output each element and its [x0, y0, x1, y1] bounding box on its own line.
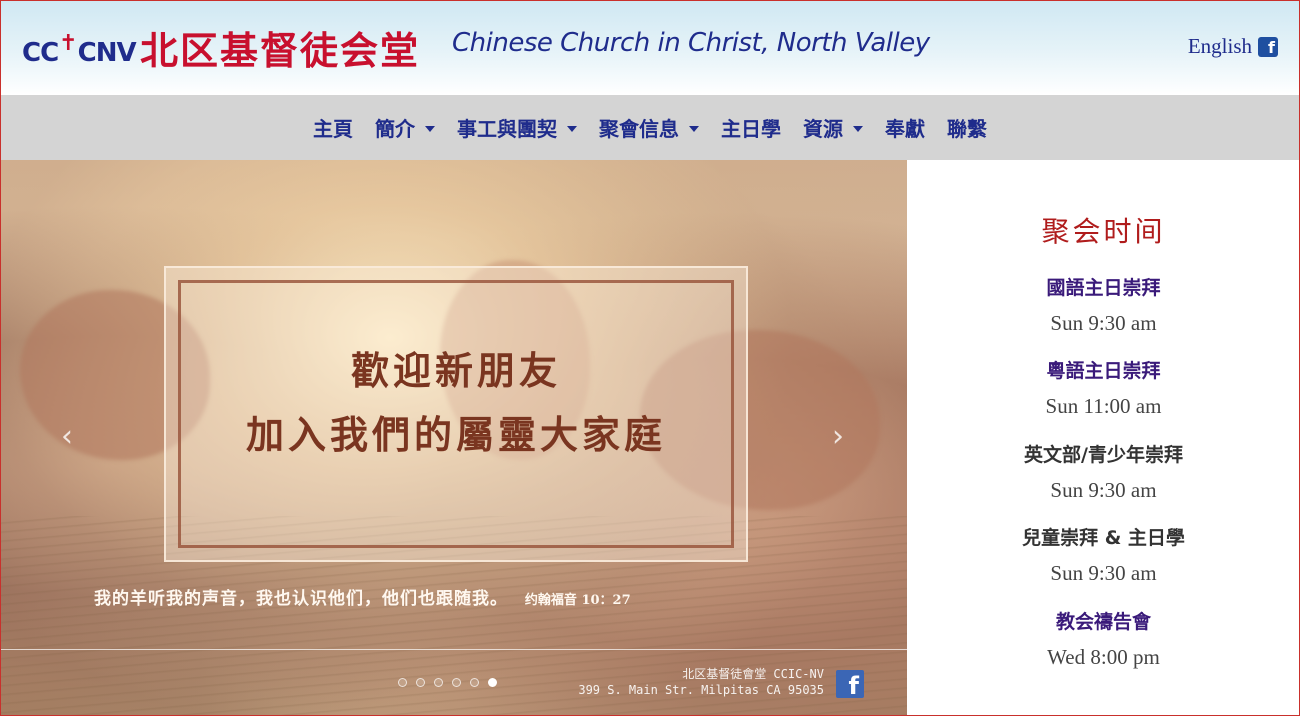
nav-item-label: 資源 [803, 117, 843, 141]
address-line-1: 北区基督徒會堂 CCIC-NV [682, 667, 824, 681]
facebook-icon[interactable]: f [836, 670, 864, 700]
nav-item-label: 主日學 [721, 117, 781, 141]
carousel-indicators [398, 678, 497, 687]
church-logo[interactable]: CC ✝ CNV [22, 28, 137, 68]
service-time: Sun 9:30 am [1050, 311, 1157, 335]
nav-item-label: 事工與團契 [457, 117, 557, 141]
service-time: Sun 9:30 am [1050, 561, 1157, 585]
carousel-divider [0, 649, 907, 650]
carousel-indicator-dot[interactable] [416, 678, 425, 687]
nav-item-sunday-school[interactable]: 主日學 [721, 113, 781, 142]
church-name-chinese[interactable]: 北区基督徒会堂 [140, 20, 420, 75]
caret-down-icon [567, 125, 577, 132]
bible-verse: 我的羊听我的声音，我也认识他们，他们也跟随我。 约翰福音 10：27 [94, 584, 631, 609]
site-header: CC ✝ CNV 北区基督徒会堂 Chinese Church in Chris… [0, 0, 1300, 95]
nav-item-label: 聚會信息 [599, 117, 679, 141]
service-time: Sun 9:30 am [1050, 478, 1157, 502]
nav-item-resources[interactable]: 資源 [803, 113, 863, 142]
carousel-indicator-dot[interactable] [434, 678, 443, 687]
church-name-english[interactable]: Chinese Church in Christ, North Valley [452, 28, 930, 58]
schedule-title: 聚会时间 [1041, 215, 1166, 248]
service-name-children: 兒童崇拜 & 主日學 [1022, 527, 1185, 549]
church-address: 北区基督徒會堂 CCIC-NV 399 S. Main Str. Milpita… [572, 666, 824, 698]
facebook-icon[interactable]: f [1258, 36, 1278, 57]
nav-item-label: 奉獻 [885, 117, 925, 141]
service-time: Wed 8:00 pm [1047, 645, 1160, 669]
nav-item-ministries[interactable]: 事工與團契 [457, 113, 577, 142]
logo-mark-left: CC [22, 38, 59, 68]
nav-item-contact[interactable]: 聯繫 [947, 113, 987, 142]
nav-item-about[interactable]: 簡介 [375, 113, 435, 142]
verse-reference: 约翰福音 10：27 [524, 593, 631, 608]
caret-down-icon [689, 125, 699, 132]
carousel-indicator-dot[interactable] [398, 678, 407, 687]
nav-item-meetings[interactable]: 聚會信息 [599, 113, 699, 142]
service-name-cantonese[interactable]: 粵語主日崇拜 [907, 356, 1300, 383]
welcome-heading: 歡迎新朋友 [350, 348, 561, 393]
carousel-indicator-dot[interactable] [470, 678, 479, 687]
welcome-subheading: 加入我們的屬靈大家庭 [245, 412, 666, 457]
carousel-next-arrow-icon[interactable]: › [828, 422, 848, 452]
service-schedule: 聚会时间 國語主日崇拜 Sun 9:30 am 粵語主日崇拜 Sun 11:00… [907, 160, 1300, 716]
verse-text: 我的羊听我的声音，我也认识他们，他们也跟随我。 [94, 589, 508, 609]
logo-mark-right: CNV [77, 38, 137, 68]
hero-carousel: 歡迎新朋友 加入我們的屬靈大家庭 我的羊听我的声音，我也认识他们，他们也跟随我。… [0, 160, 907, 716]
caret-down-icon [853, 125, 863, 132]
main-nav: 主頁 簡介 事工與團契 聚會信息 主日學 資源 奉獻 聯繫 [0, 95, 1300, 160]
service-time: Sun 11:00 am [1045, 394, 1162, 418]
nav-item-label: 聯繫 [947, 117, 987, 141]
service-name-english-youth: 英文部/青少年崇拜 [1024, 444, 1183, 466]
nav-item-label: 簡介 [375, 117, 415, 141]
language-switcher: English f [1188, 34, 1278, 59]
english-link[interactable]: English [1188, 34, 1252, 59]
welcome-banner: 歡迎新朋友 加入我們的屬靈大家庭 [164, 266, 748, 562]
carousel-indicator-dot[interactable] [452, 678, 461, 687]
nav-item-home[interactable]: 主頁 [313, 113, 353, 142]
service-name-prayer-meeting[interactable]: 教会禱告會 [907, 607, 1300, 634]
carousel-prev-arrow-icon[interactable]: ‹ [57, 422, 77, 452]
carousel-indicator-dot[interactable] [488, 678, 497, 687]
service-name-mandarin[interactable]: 國語主日崇拜 [907, 273, 1300, 300]
caret-down-icon [425, 125, 435, 132]
address-line-2: 399 S. Main Str. Milpitas CA 95035 [578, 683, 824, 697]
cross-icon: ✝ [59, 31, 77, 56]
nav-item-label: 主頁 [313, 117, 353, 141]
nav-item-giving[interactable]: 奉獻 [885, 113, 925, 142]
